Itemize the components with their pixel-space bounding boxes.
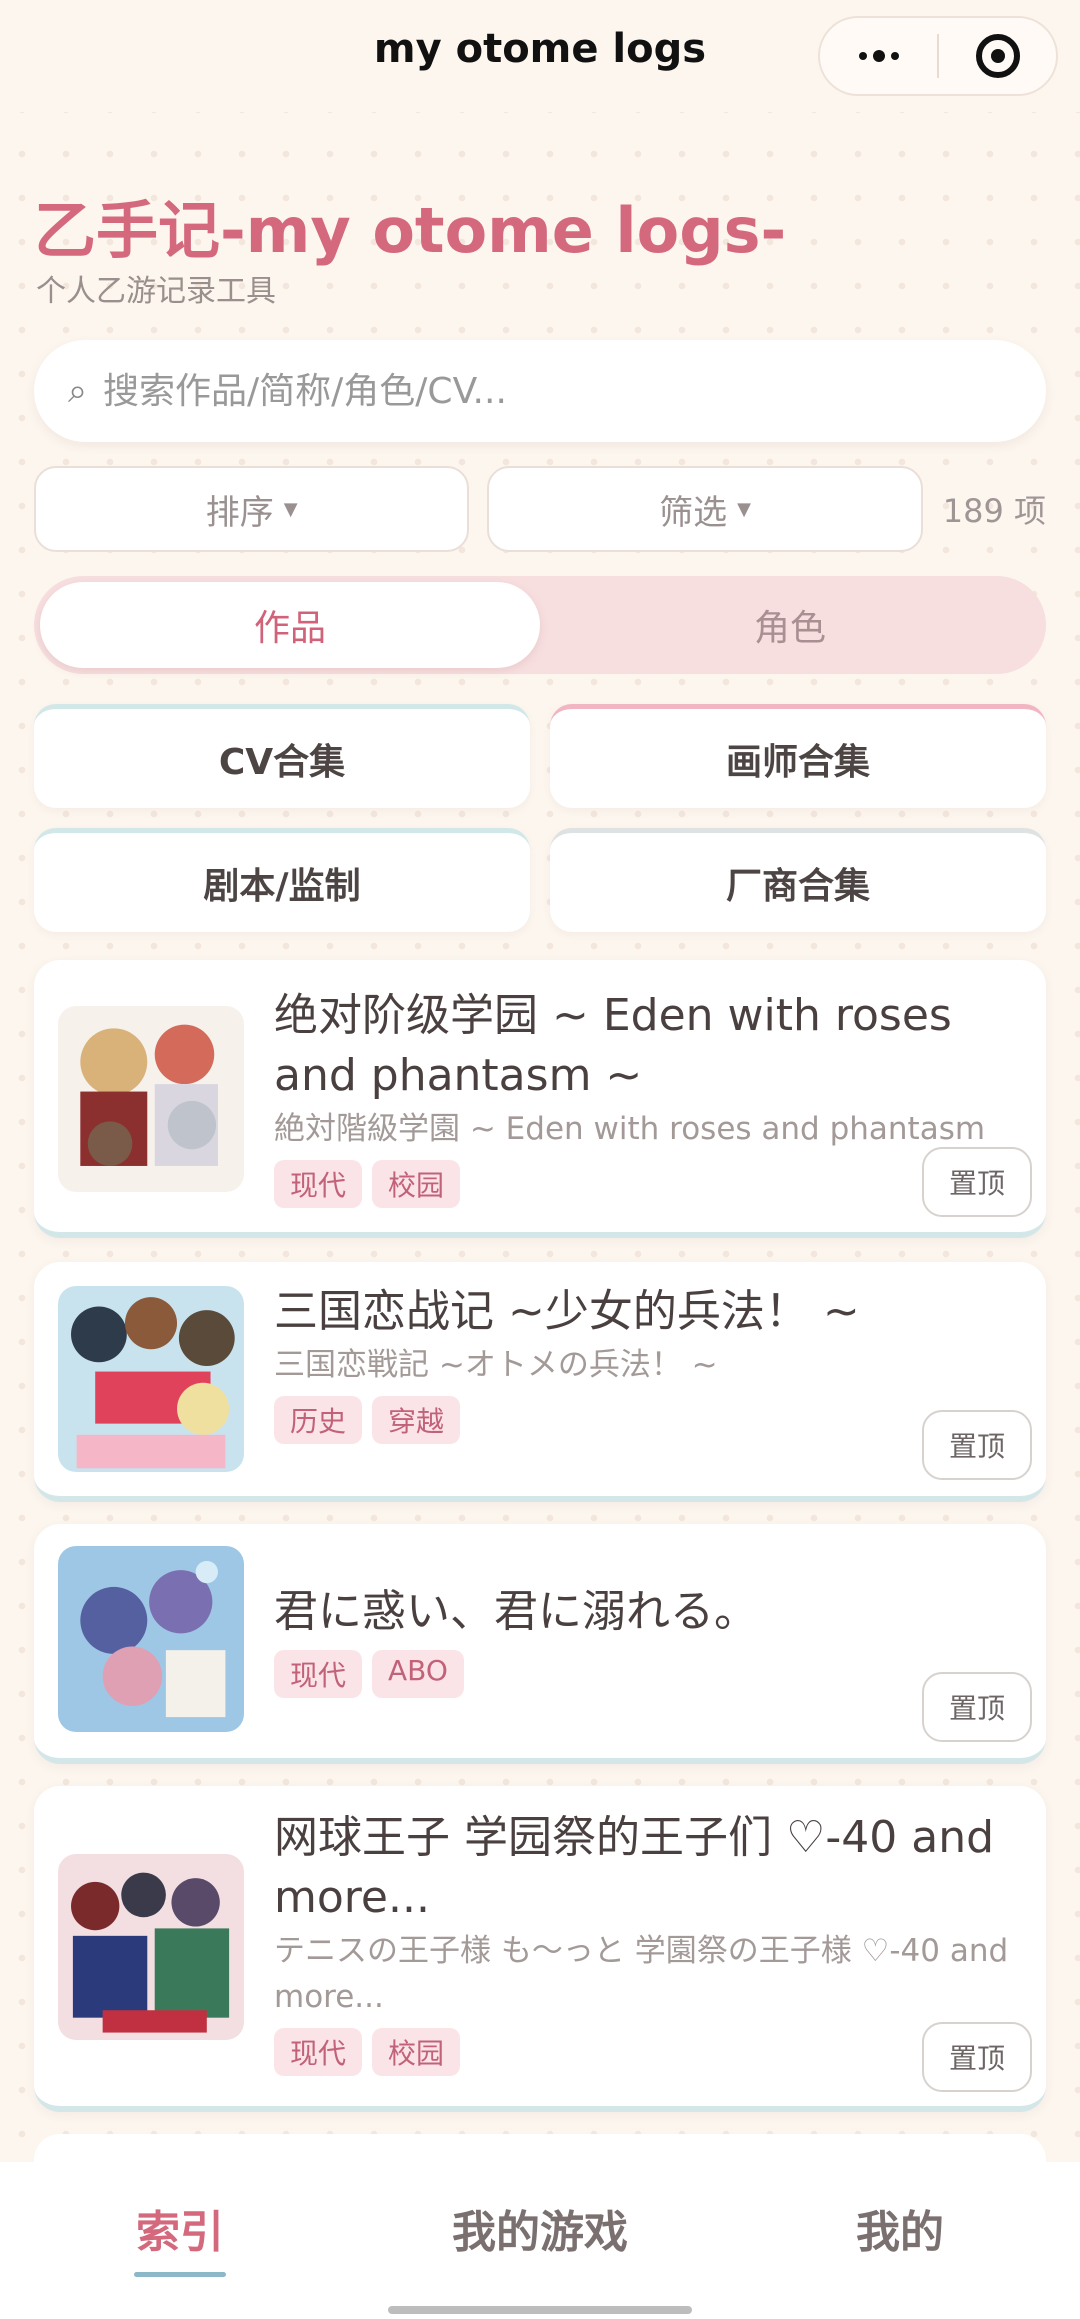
- card-title: 网球王子 学园祭的王子们 ♡-40 and more...: [274, 1812, 995, 1923]
- record-target-icon: [975, 34, 1020, 78]
- search-input[interactable]: [103, 370, 964, 412]
- script-collection-button[interactable]: 剧本/监制: [34, 828, 530, 932]
- tag[interactable]: ABO: [372, 1650, 464, 1698]
- app-subtitle: 个人乙游记录工具: [36, 274, 276, 309]
- tag[interactable]: 现代: [274, 1650, 363, 1698]
- pin-button[interactable]: 置顶: [922, 2022, 1032, 2092]
- filter-dropdown[interactable]: 筛选 ▼: [487, 466, 923, 552]
- segmented-control: 作品 角色: [34, 576, 1046, 674]
- card-title: 绝对阶级学园 ~ Eden with roses and phantasm ~: [274, 990, 952, 1101]
- result-count: 189 项: [942, 492, 1046, 530]
- cover-image: [58, 1006, 244, 1192]
- tab-index[interactable]: 索引: [0, 2162, 360, 2319]
- bottom-tab-bar: 索引 我的游戏 我的: [0, 2162, 1080, 2319]
- filter-row: 排序 ▼ 筛选 ▼ 189 项: [34, 466, 1046, 552]
- card-original-title: 絶対階級学園 ~ Eden with roses and phantasm: [274, 1111, 986, 1147]
- card-info: 网球王子 学园祭的王子们 ♡-40 and more... テニスの王子様 も～…: [274, 1808, 1016, 2076]
- tag[interactable]: 校园: [372, 2028, 461, 2076]
- pin-button[interactable]: 置顶: [922, 1410, 1032, 1480]
- pin-button[interactable]: 置顶: [922, 1147, 1032, 1217]
- card-info: 君に惑い、君に溺れる。 现代 ABO: [274, 1582, 1016, 1698]
- tab-label: 我的游戏: [452, 2207, 628, 2258]
- mini-program-capsule: [818, 16, 1058, 96]
- tag[interactable]: 现代: [274, 1160, 363, 1208]
- tab-characters[interactable]: 角色: [540, 582, 1040, 668]
- pin-button[interactable]: 置顶: [922, 1672, 1032, 1742]
- card-info: 三国恋战记 ~少女的兵法！ ~ 三国恋戦記 ~オトメの兵法！ ~ 历史 穿越: [274, 1282, 1016, 1444]
- search-bar[interactable]: ⌕: [34, 340, 1046, 442]
- app-title: 乙手记-my otome logs-: [34, 194, 787, 267]
- home-indicator: [388, 2306, 692, 2314]
- active-tab-indicator: [134, 2272, 226, 2277]
- close-button[interactable]: [939, 18, 1056, 94]
- card-title: 三国恋战记 ~少女的兵法！ ~: [274, 1286, 860, 1337]
- more-dots-icon: [858, 50, 899, 62]
- sort-label: 排序: [205, 492, 274, 533]
- tag[interactable]: 穿越: [372, 1396, 461, 1444]
- card-original-title: テニスの王子様 も～っと 学園祭の王子様 ♡-40 and more...: [274, 1933, 1009, 2015]
- tag[interactable]: 历史: [274, 1396, 363, 1444]
- cover-image: [58, 1286, 244, 1472]
- card-original-title: 三国恋戦記 ~オトメの兵法！ ~: [274, 1347, 718, 1383]
- tab-me[interactable]: 我的: [720, 2162, 1080, 2319]
- tab-label: 我的: [856, 2207, 944, 2258]
- sort-dropdown[interactable]: 排序 ▼: [34, 466, 470, 552]
- navigation-bar: my otome logs: [0, 0, 1080, 112]
- tag-list: 现代 校园: [274, 1160, 1016, 1208]
- tab-works[interactable]: 作品: [40, 582, 540, 668]
- game-card[interactable]: 三国恋战记 ~少女的兵法！ ~ 三国恋戦記 ~オトメの兵法！ ~ 历史 穿越 置…: [34, 1262, 1046, 1502]
- card-title: 君に惑い、君に溺れる。: [274, 1586, 758, 1637]
- tag-list: 现代 校园: [274, 2028, 1016, 2076]
- tag[interactable]: 校园: [372, 1160, 461, 1208]
- search-icon: ⌕: [68, 371, 88, 411]
- card-info: 绝对阶级学园 ~ Eden with roses and phantasm ~ …: [274, 986, 1016, 1208]
- collection-grid: CV合集 画师合集 剧本/监制 厂商合集: [34, 704, 1046, 932]
- maker-collection-button[interactable]: 厂商合集: [550, 828, 1046, 932]
- tab-my-games[interactable]: 我的游戏: [360, 2162, 720, 2319]
- tab-label: 索引: [136, 2207, 224, 2258]
- game-card[interactable]: 君に惑い、君に溺れる。 现代 ABO 置顶: [34, 1524, 1046, 1764]
- caret-down-icon: ▼: [283, 498, 298, 520]
- tag-list: 现代 ABO: [274, 1650, 1016, 1698]
- filter-label: 筛选: [659, 492, 728, 533]
- more-button[interactable]: [820, 18, 937, 94]
- game-card[interactable]: 绝对阶级学园 ~ Eden with roses and phantasm ~ …: [34, 960, 1046, 1238]
- tag-list: 历史 穿越: [274, 1396, 1016, 1444]
- cover-image: [58, 1854, 244, 2040]
- artist-collection-button[interactable]: 画师合集: [550, 704, 1046, 808]
- caret-down-icon: ▼: [737, 498, 751, 520]
- tag[interactable]: 现代: [274, 2028, 363, 2076]
- game-card[interactable]: 网球王子 学园祭的王子们 ♡-40 and more... テニスの王子様 も～…: [34, 1786, 1046, 2112]
- cv-collection-button[interactable]: CV合集: [34, 704, 530, 808]
- cover-image: [58, 1546, 244, 1732]
